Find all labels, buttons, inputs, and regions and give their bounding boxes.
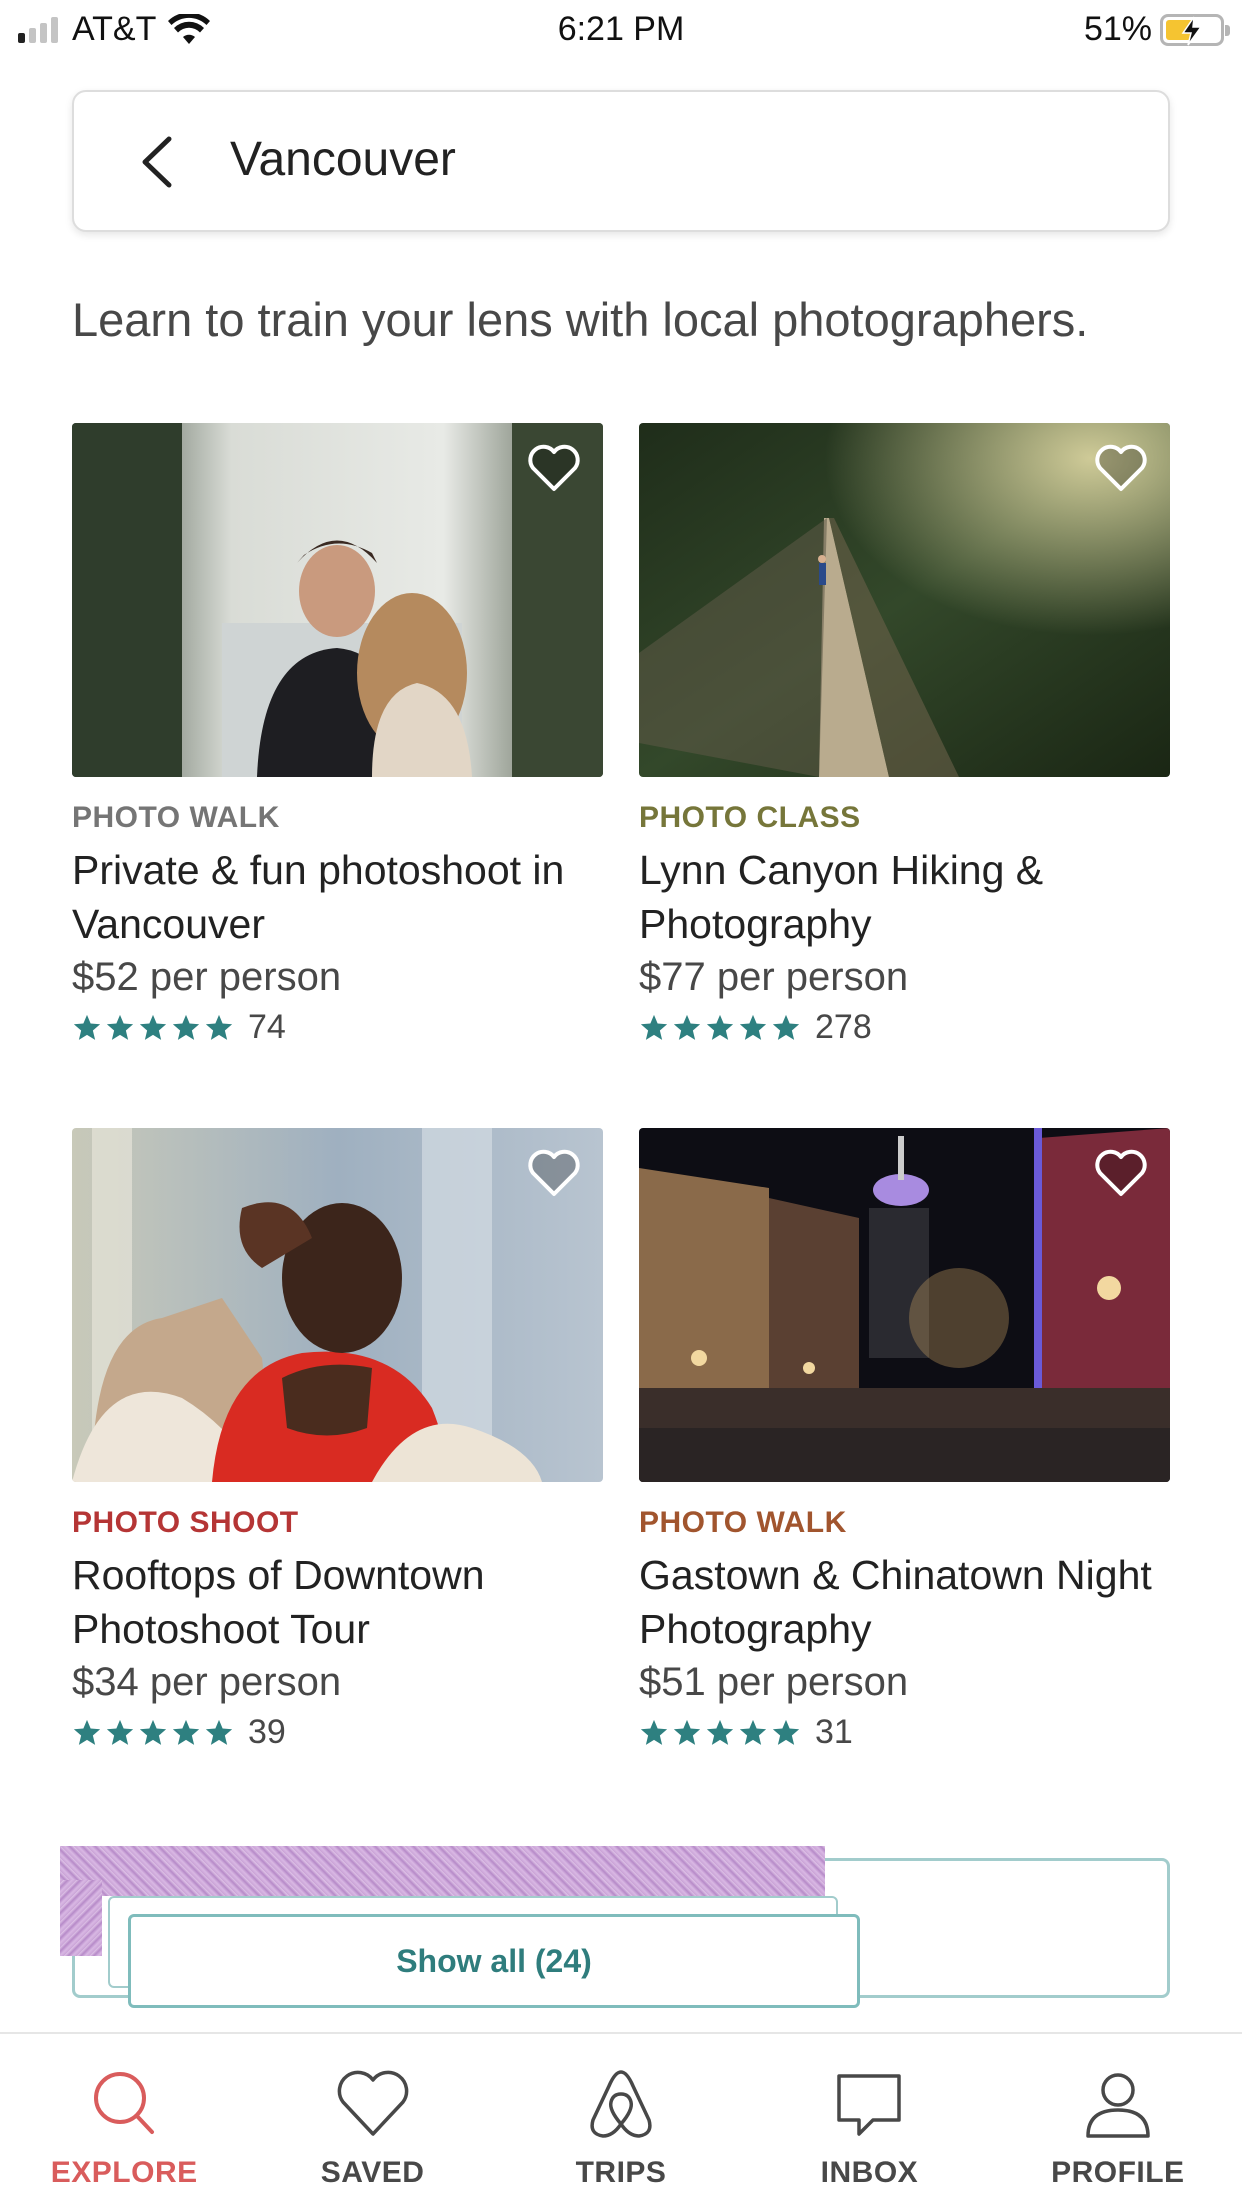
star-icon	[673, 1719, 701, 1745]
star-icon	[706, 1014, 734, 1040]
listing-card[interactable]: PHOTO SHOOT Rooftops of Downtown Photosh…	[72, 1128, 603, 1752]
listing-price: $51 per person	[639, 1660, 909, 1704]
charging-bolt-icon	[1181, 16, 1203, 45]
tab-explore[interactable]: EXPLORE	[0, 2034, 248, 2208]
listing-rating: 39	[72, 1713, 603, 1752]
star-rating	[639, 1718, 801, 1748]
star-icon	[205, 1014, 233, 1040]
star-rating	[639, 1013, 801, 1043]
star-rating	[72, 1718, 234, 1748]
couple-photo-image	[72, 423, 603, 777]
star-icon	[172, 1014, 200, 1040]
render-glitch	[60, 1846, 825, 1896]
listing-rating: 74	[72, 1008, 603, 1047]
listing-card[interactable]: PHOTO CLASS Lynn Canyon Hiking & Photogr…	[639, 423, 1170, 1047]
tab-inbox[interactable]: INBOX	[745, 2034, 993, 2208]
night-street-photo-image	[639, 1128, 1170, 1482]
listing-title[interactable]: Private & fun photoshoot in Vancouver	[72, 843, 603, 951]
airbnb-logo-icon	[590, 2070, 652, 2138]
tab-label: PROFILE	[1051, 2156, 1185, 2189]
search-header[interactable]: Vancouver	[72, 90, 1170, 232]
portrait-photo-image	[72, 1128, 603, 1482]
review-count: 31	[815, 1713, 853, 1751]
star-icon	[139, 1719, 167, 1745]
status-bar: AT&T 6:21 PM 51%	[0, 0, 1242, 60]
listing-price: $77 per person	[639, 955, 909, 999]
tab-profile[interactable]: PROFILE	[994, 2034, 1242, 2208]
listing-category: PHOTO CLASS	[639, 801, 861, 834]
heart-icon	[337, 2070, 408, 2136]
heart-icon[interactable]	[1094, 1148, 1148, 1198]
heart-icon[interactable]	[1094, 443, 1148, 493]
tab-saved[interactable]: SAVED	[248, 2034, 496, 2208]
star-icon	[772, 1014, 800, 1040]
heart-icon[interactable]	[527, 1148, 581, 1198]
tab-label: EXPLORE	[50, 2156, 198, 2189]
bottom-tab-bar: EXPLORE SAVED TRIPS INBOX PROFILE	[0, 2032, 1242, 2208]
back-button[interactable]	[128, 134, 184, 190]
star-icon	[106, 1014, 134, 1040]
listing-card[interactable]: PHOTO WALK Private & fun photoshoot in V…	[72, 423, 603, 1047]
listing-photo[interactable]	[639, 1128, 1170, 1482]
battery-tip	[1225, 24, 1230, 36]
star-rating	[72, 1013, 234, 1043]
star-icon	[739, 1014, 767, 1040]
listing-category: PHOTO WALK	[639, 1506, 847, 1539]
status-right: 51%	[1083, 10, 1230, 49]
render-glitch	[60, 1880, 102, 1956]
listing-category: PHOTO SHOOT	[72, 1506, 299, 1539]
listing-price: $52 per person	[72, 955, 342, 999]
star-icon	[139, 1014, 167, 1040]
listing-rating: 31	[639, 1713, 1170, 1752]
star-icon	[640, 1719, 668, 1745]
listing-photo[interactable]	[639, 423, 1170, 777]
heart-icon[interactable]	[527, 443, 581, 493]
show-all-button[interactable]: Show all (24)	[128, 1914, 860, 2008]
star-icon	[172, 1719, 200, 1745]
star-icon	[640, 1014, 668, 1040]
star-icon	[739, 1719, 767, 1745]
tab-label: INBOX	[820, 2156, 919, 2189]
star-icon	[772, 1719, 800, 1745]
listing-title[interactable]: Rooftops of Downtown Photoshoot Tour	[72, 1548, 603, 1656]
star-icon	[106, 1719, 134, 1745]
review-count: 74	[248, 1008, 286, 1046]
star-icon	[706, 1719, 734, 1745]
clock: 6:21 PM	[557, 10, 685, 48]
tab-label: TRIPS	[575, 2156, 667, 2189]
listing-card[interactable]: PHOTO WALK Gastown & Chinatown Night Pho…	[639, 1128, 1170, 1752]
battery-percentage: 51%	[1083, 10, 1152, 48]
page-subtitle: Learn to train your lens with local phot…	[72, 293, 1089, 346]
search-icon	[94, 2072, 155, 2134]
listing-price: $34 per person	[72, 1660, 342, 1704]
chat-bubble-icon	[837, 2074, 902, 2136]
listing-title[interactable]: Lynn Canyon Hiking & Photography	[639, 843, 1170, 951]
person-icon	[1086, 2073, 1150, 2138]
suspension-bridge-photo-image	[639, 423, 1170, 777]
review-count: 278	[815, 1008, 872, 1046]
listing-photo[interactable]	[72, 423, 603, 777]
listing-rating: 278	[639, 1008, 1170, 1047]
listing-category: PHOTO WALK	[72, 801, 280, 834]
star-icon	[205, 1719, 233, 1745]
listing-photo[interactable]	[72, 1128, 603, 1482]
listing-title[interactable]: Gastown & Chinatown Night Photography	[639, 1548, 1170, 1656]
chevron-left-icon	[142, 136, 172, 188]
star-icon	[73, 1014, 101, 1040]
tab-label: SAVED	[320, 2156, 425, 2189]
tab-trips[interactable]: TRIPS	[497, 2034, 745, 2208]
star-icon	[673, 1014, 701, 1040]
location-title: Vancouver	[230, 133, 456, 186]
star-icon	[73, 1719, 101, 1745]
battery-icon	[1160, 13, 1230, 46]
review-count: 39	[248, 1713, 286, 1751]
